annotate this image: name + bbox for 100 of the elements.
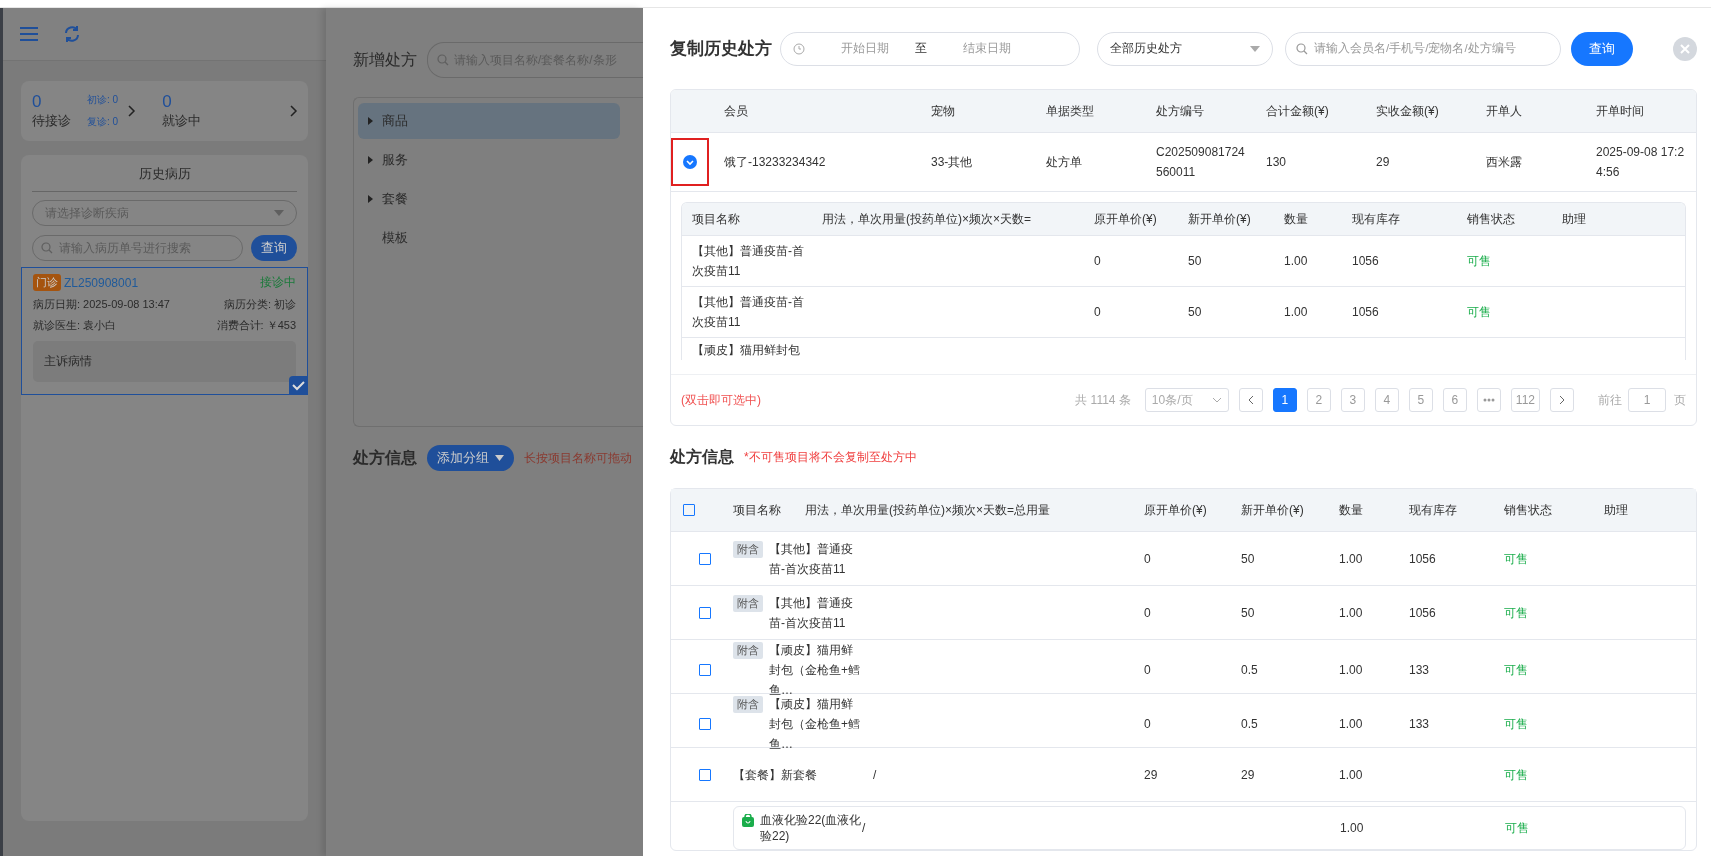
table-cell-text: 50 — [1240, 604, 1256, 622]
table-cell-text: 50 — [1240, 550, 1256, 568]
caret-icon — [368, 195, 373, 203]
row-checkbox[interactable] — [699, 552, 711, 565]
table-cell-text: 【顽皮】猫用鲜封包 — [691, 342, 801, 359]
menu-icon[interactable] — [19, 26, 39, 42]
goto-label: 前往 — [1598, 391, 1622, 409]
category-item[interactable]: 服务 — [358, 142, 620, 178]
page-size-select[interactable]: 10条/页 — [1144, 388, 1229, 412]
search-icon — [1296, 42, 1308, 55]
table-cell-text: C202509081724560011 — [1155, 144, 1246, 181]
refresh-icon[interactable] — [63, 25, 81, 43]
item-name: 【顽皮】猫用鲜封包（金枪鱼+鳕鱼… — [769, 642, 861, 698]
query-button[interactable]: 查询 — [251, 235, 297, 261]
page-suffix: 页 — [1674, 391, 1686, 409]
table-cell-text: 1.00 — [1283, 253, 1309, 270]
caret-down-icon — [495, 455, 504, 461]
record-card[interactable]: 门诊 ZL250908001 接诊中 病历日期: 2025-09-08 13:47 病历分类: 初诊 就诊医生: 袁小白 消费合计: ￥453 主诉病情 — [21, 267, 308, 395]
drawer-title: 复制历史处方 — [670, 38, 772, 60]
item-name: 【套餐】新套餐 — [732, 766, 818, 784]
table-cell-text: 29 — [1240, 766, 1256, 784]
stat-detail: 复诊: 0 — [87, 115, 119, 129]
page-button[interactable]: 3 — [1340, 388, 1365, 412]
column-header: 原开单价(¥) — [1093, 210, 1158, 228]
row-checkbox[interactable] — [699, 718, 711, 730]
column-header: 数量 — [1338, 501, 1364, 519]
sale-status: 可售 — [1503, 716, 1529, 733]
caret-icon — [368, 156, 373, 164]
item-name: 【其他】普通疫苗-首次疫苗11 — [769, 594, 854, 632]
included-tag: 附含 — [733, 594, 763, 612]
column-header: 助理 — [1603, 501, 1629, 519]
column-header: 助理 — [1561, 210, 1587, 228]
table-cell-text: 1.00 — [1283, 304, 1309, 321]
column-header: 开单人 — [1485, 102, 1523, 120]
column-header: 开单时间 — [1595, 102, 1645, 120]
page-button[interactable]: 112 — [1510, 388, 1540, 412]
page-input[interactable]: 1 — [1628, 388, 1666, 412]
table-cell-text: 1.00 — [1339, 820, 1365, 837]
add-group-button[interactable]: 添加分组 — [427, 445, 514, 471]
record-doctor: 就诊医生: 袁小白 — [33, 318, 117, 333]
chevron-right-icon[interactable] — [290, 105, 298, 117]
bag-icon — [742, 814, 754, 827]
column-header: 会员 — [723, 102, 749, 120]
section-title: 处方信息 — [353, 447, 417, 468]
table-cell-text: 0 — [1143, 604, 1152, 622]
check-icon — [289, 376, 307, 394]
column-header: 用法，单次用量(投药单位)×频次×天数=总用量 — [804, 501, 1051, 519]
table-cell-text: 133 — [1408, 662, 1431, 679]
complaint-box: 主诉病情 — [33, 341, 296, 382]
column-header: 实收金额(¥) — [1375, 102, 1440, 120]
table-cell-text: 0.5 — [1240, 662, 1259, 679]
table-cell-text: 【其他】普通疫苗-首次疫苗11 — [691, 294, 805, 331]
page-button[interactable]: 2 — [1306, 388, 1331, 412]
category-item[interactable]: 模板 — [358, 220, 620, 256]
search-icon — [437, 54, 449, 66]
search-icon — [41, 242, 53, 254]
sale-status: 可售 — [1503, 662, 1529, 679]
sale-status: 可售 — [1503, 766, 1529, 784]
more-icon — [1482, 398, 1495, 402]
category-item[interactable]: 商品 — [358, 103, 620, 139]
table-cell-text: 1056 — [1351, 304, 1380, 321]
record-date: 病历日期: 2025-09-08 13:47 — [33, 297, 170, 312]
table-cell-text: 1.00 — [1338, 604, 1364, 622]
page-button[interactable]: 6 — [1442, 388, 1467, 412]
column-header: 宠物 — [930, 102, 956, 120]
table-cell-text: 【其他】普通疫苗-首次疫苗11 — [691, 243, 805, 280]
page-button[interactable]: 4 — [1374, 388, 1399, 412]
visit-tag: 门诊 — [33, 274, 61, 291]
hint-text: (双击即可选中) — [681, 391, 761, 409]
table-cell-text: 130 — [1265, 154, 1288, 171]
table-cell-text: 29 — [1375, 154, 1391, 171]
table-cell-text: / — [872, 766, 878, 784]
chevron-left-icon — [1247, 395, 1254, 405]
row-checkbox[interactable] — [699, 664, 711, 676]
column-header: 合计金额(¥) — [1265, 102, 1330, 120]
expand-icon[interactable] — [682, 155, 697, 169]
chevron-right-icon[interactable] — [128, 105, 137, 117]
row-checkbox[interactable] — [699, 606, 711, 619]
table-cell-text: 1.00 — [1338, 550, 1364, 568]
select-all-checkbox[interactable] — [683, 504, 695, 516]
column-header: 现有库存 — [1351, 210, 1401, 228]
table-cell-text: 处方单 — [1045, 154, 1083, 171]
clock-icon — [793, 42, 805, 55]
chevron-down-icon — [1211, 397, 1222, 403]
item-name: 【顽皮】猫用鲜封包（金枪鱼+鳕鱼… — [769, 696, 861, 753]
query-button[interactable]: 查询 — [1571, 31, 1633, 66]
table-cell-text: 50 — [1187, 304, 1203, 321]
page-button[interactable]: 5 — [1408, 388, 1433, 412]
category-item[interactable]: 套餐 — [358, 181, 620, 217]
caret-down-icon — [274, 210, 284, 216]
table-cell-text: 0 — [1093, 304, 1102, 321]
column-header: 原开单价(¥) — [1143, 501, 1208, 519]
table-cell-text: 西米露 — [1485, 154, 1523, 171]
row-checkbox[interactable] — [699, 768, 711, 781]
record-number[interactable]: ZL250908001 — [64, 275, 139, 290]
column-header: 处方编号 — [1155, 102, 1205, 120]
item-name: 【其他】普通疫苗-首次疫苗11 — [769, 540, 854, 578]
section-title: 新增处方 — [353, 49, 417, 70]
column-header: 新开单价(¥) — [1187, 210, 1252, 228]
page-button[interactable]: 1 — [1272, 388, 1297, 412]
